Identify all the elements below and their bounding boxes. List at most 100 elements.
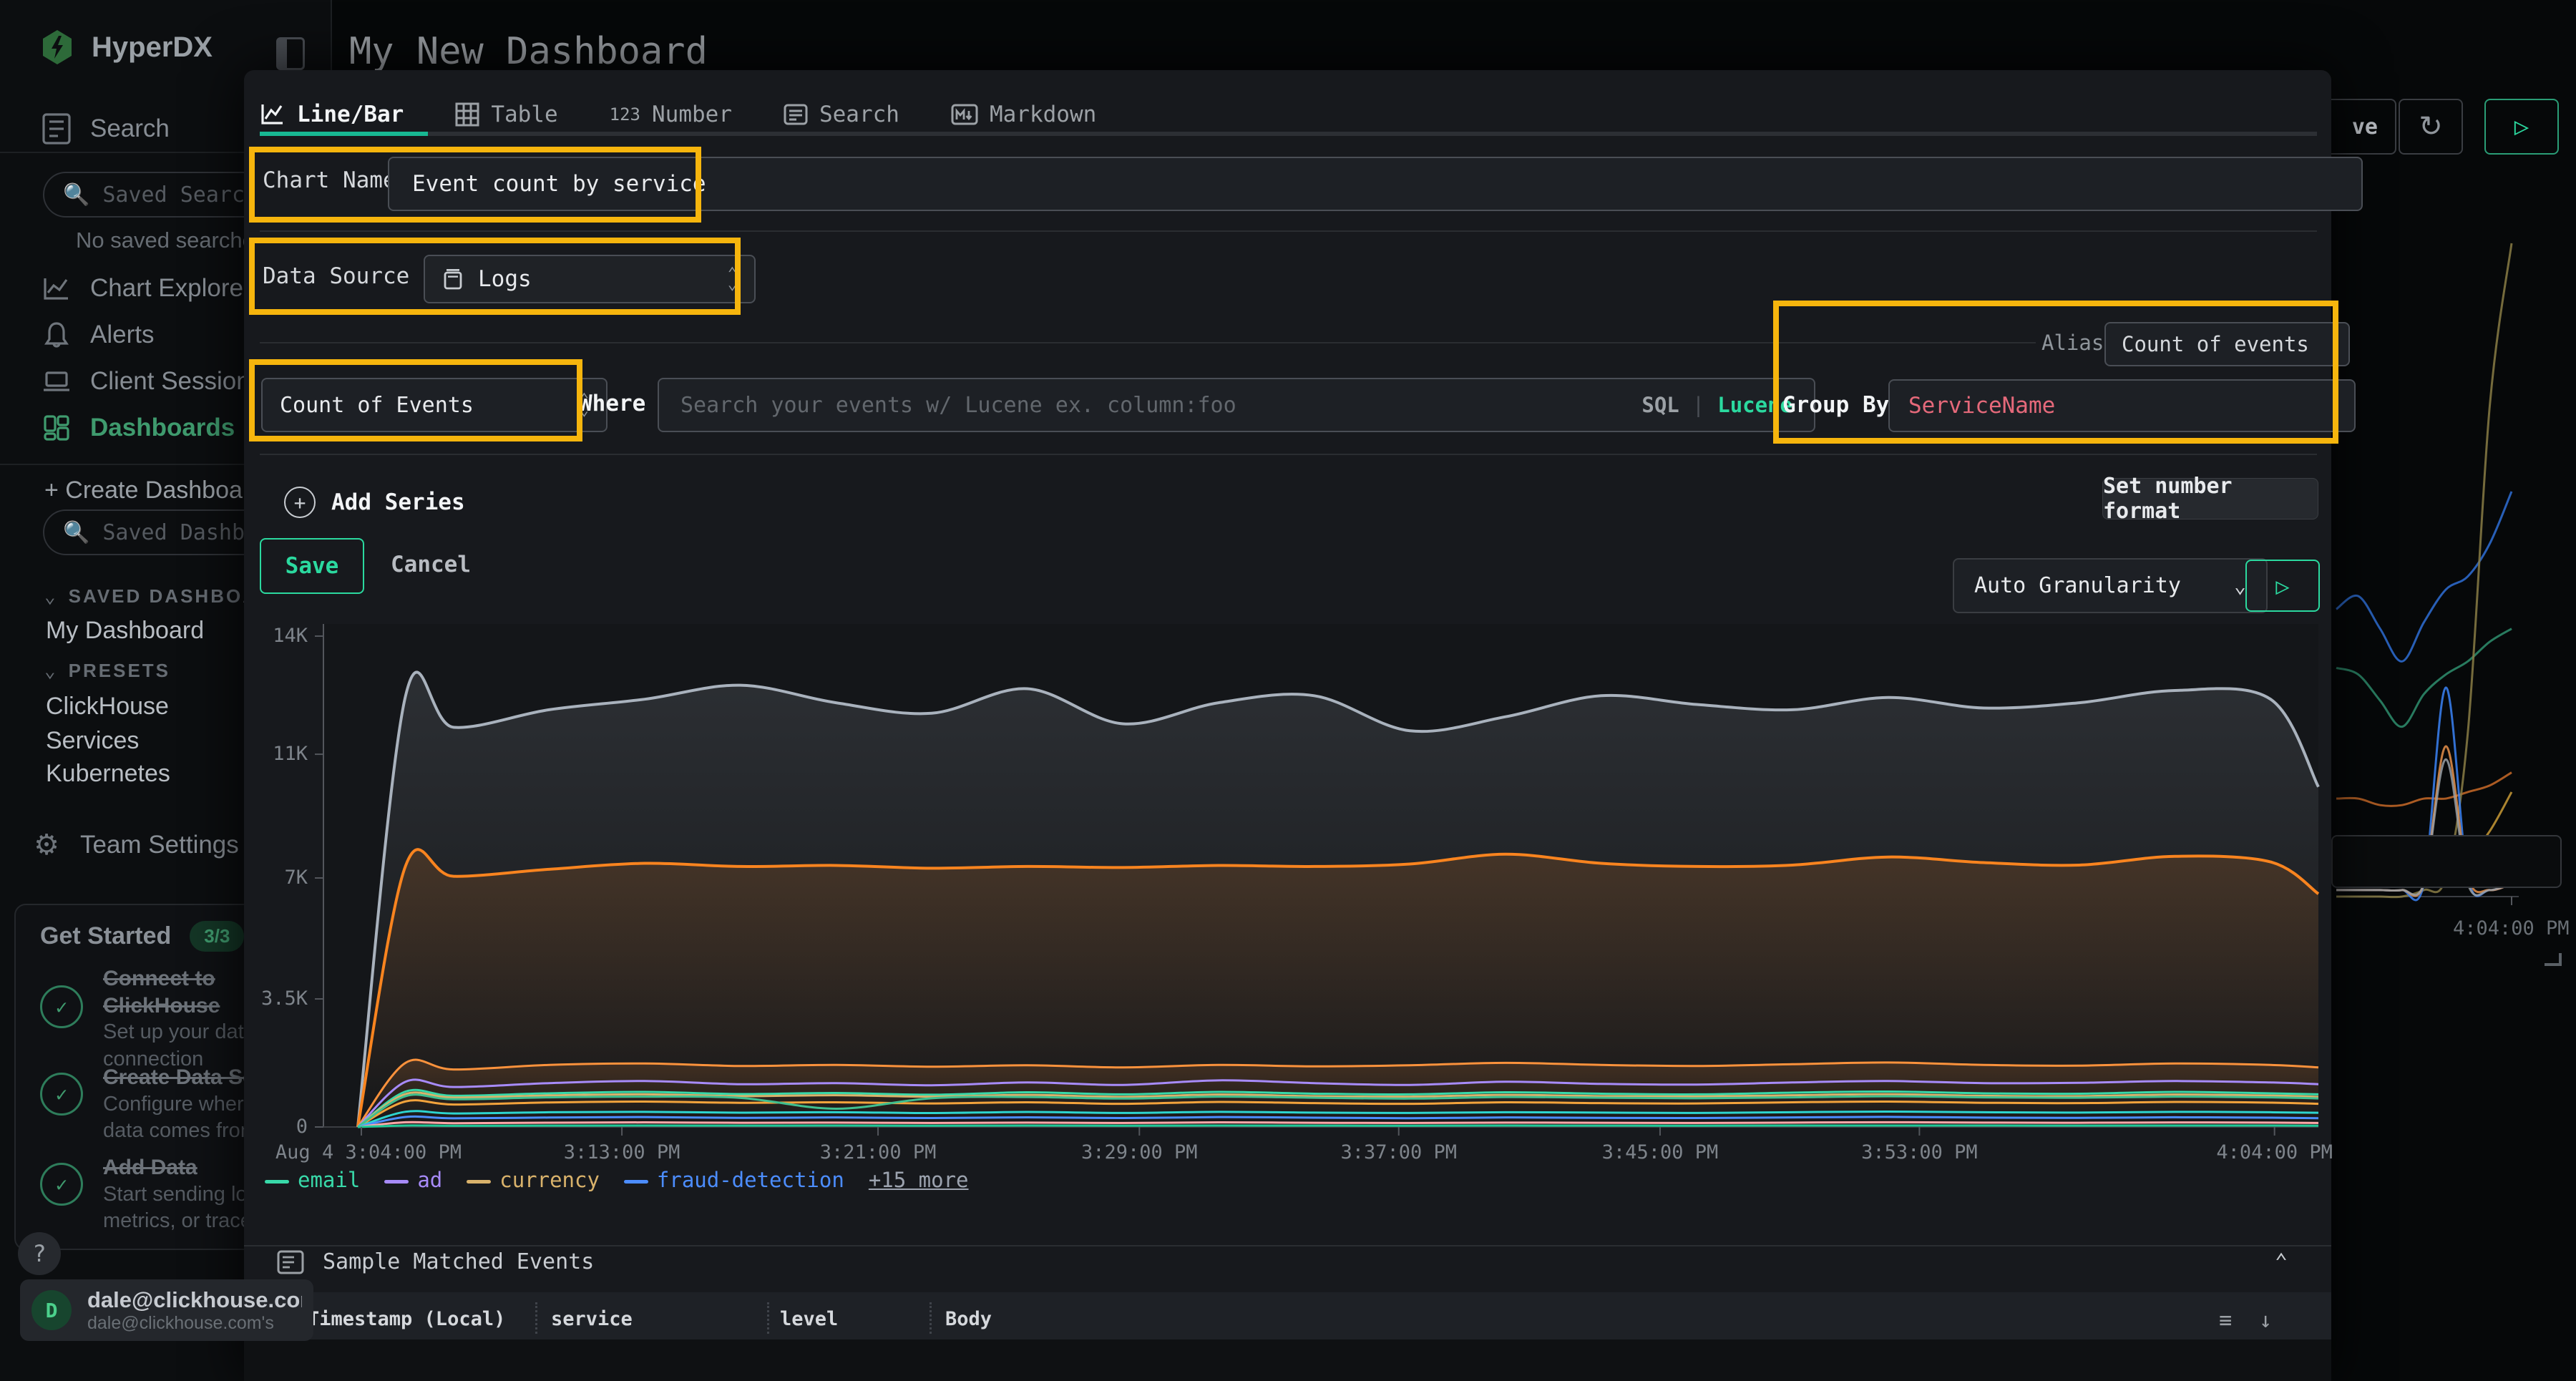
y-tick-label: 0: [296, 1116, 308, 1138]
alias-input[interactable]: Count of events: [2104, 322, 2350, 366]
app-root: My New Dashboard ve ↻ ▷ 4:04:00 PM Hyper…: [0, 0, 2576, 1381]
modal-divider: [244, 1245, 2331, 1246]
column-header-service[interactable]: service: [551, 1308, 633, 1330]
data-source-select[interactable]: Logs ⌃⌄: [424, 255, 756, 303]
save-label: Save: [286, 553, 339, 579]
chart-name-label: Chart Name: [263, 167, 396, 193]
cancel-button[interactable]: Cancel: [384, 538, 477, 591]
granularity-select[interactable]: Auto Granularity ⌄: [1953, 558, 2268, 613]
set-number-format-button[interactable]: Set number format: [2102, 478, 2318, 519]
list-icon: [277, 1250, 304, 1274]
section-label: PRESETS: [69, 660, 170, 682]
sidebar-item-label: Client Sessions: [90, 367, 263, 396]
legend-item-email[interactable]: email: [265, 1168, 360, 1192]
tab-label: Markdown: [990, 102, 1096, 127]
x-tick-label: 3:21:00 PM: [799, 1141, 957, 1163]
markdown-icon: [951, 104, 978, 125]
sql-mode-toggle[interactable]: SQL: [1641, 393, 1679, 417]
save-button[interactable]: Save: [260, 538, 364, 594]
data-source-value: Logs: [478, 266, 532, 292]
sample-events-header[interactable]: Sample Matched Events: [277, 1249, 594, 1274]
where-input[interactable]: Search your events w/ Lucene ex. column:…: [658, 378, 1815, 432]
y-tick-label: 7K: [284, 867, 308, 889]
tab-markdown[interactable]: Markdown: [951, 102, 1096, 127]
check-icon: ✓: [40, 1073, 83, 1116]
dashboard-play-button[interactable]: ▷: [2484, 99, 2559, 155]
presets-section-toggle[interactable]: ⌄ PRESETS: [44, 660, 170, 682]
legend-item-ad[interactable]: ad: [384, 1168, 442, 1192]
collapse-chevron-icon[interactable]: ⌃: [2275, 1249, 2288, 1274]
dashboard-page-title: My New Dashboard: [349, 30, 708, 73]
logo[interactable]: HyperDX: [40, 29, 213, 66]
tab-label: Search: [819, 102, 899, 127]
lucene-mode-toggle[interactable]: Lucene: [1717, 393, 1792, 417]
download-icon[interactable]: ↓: [2259, 1308, 2272, 1333]
tab-underline-track: [260, 132, 2317, 136]
play-icon: ▷: [2275, 572, 2289, 600]
user-chip[interactable]: D dale@clickhouse.com dale@clickhouse.co…: [20, 1279, 313, 1341]
tab-search[interactable]: Search: [784, 102, 899, 127]
legend-item--15-more[interactable]: +15 more: [869, 1168, 969, 1192]
search-list-icon: [784, 102, 808, 127]
sidebar-item-search[interactable]: Search: [42, 113, 170, 145]
sidebar-item-clickhouse[interactable]: ClickHouse: [46, 693, 169, 721]
sidebar-item-alerts[interactable]: Alerts: [42, 321, 154, 349]
create-dashboard-button[interactable]: + Create Dashboard: [44, 477, 264, 504]
tab-label: Number: [652, 102, 732, 127]
group-by-value: ServiceName: [1908, 393, 2055, 419]
tab-line-bar[interactable]: Line/Bar: [260, 102, 404, 127]
column-header-body[interactable]: Body: [945, 1308, 992, 1330]
tab-number[interactable]: 123 Number: [610, 102, 732, 127]
laptop-icon: [42, 369, 72, 394]
tab-label: Line/Bar: [297, 102, 404, 127]
sidebar-item-client-sessions[interactable]: Client Sessions: [42, 367, 263, 396]
column-separator[interactable]: [767, 1302, 769, 1334]
sample-events-table-body: [244, 1339, 2331, 1381]
gear-icon: ⚙: [31, 829, 62, 862]
hyperdx-logo-icon: [40, 29, 74, 66]
chart-legend: emailad currency fraud-detection +15 more: [265, 1168, 2125, 1192]
sidebar-item-services[interactable]: Services: [46, 727, 139, 755]
resize-handle-icon[interactable]: [2545, 953, 2562, 966]
sidebar-collapse-icon[interactable]: [276, 37, 305, 70]
sidebar-item-my-dashboard[interactable]: My Dashboard: [46, 617, 204, 645]
y-tick-label: 11K: [273, 743, 308, 765]
sidebar-item-label: Search: [90, 114, 170, 143]
sidebar-item-dashboards[interactable]: Dashboards: [42, 414, 235, 442]
background-panel: [2331, 835, 2562, 888]
column-separator[interactable]: [535, 1302, 537, 1334]
sidebar-item-kubernetes[interactable]: Kubernetes: [46, 760, 170, 788]
x-tick-label: 3:29:00 PM: [1060, 1141, 1218, 1163]
search-doc-icon: [42, 113, 72, 145]
bell-icon: [42, 321, 72, 349]
chevron-down-icon: ⌄: [44, 660, 56, 682]
legend-item-fraud-detection[interactable]: fraud-detection: [624, 1168, 844, 1192]
background-tile-time-label: 4:04:00 PM: [2453, 917, 2570, 940]
legend-swatch: [467, 1180, 491, 1184]
chevron-down-icon: ⌄: [2234, 574, 2246, 597]
group-by-input[interactable]: ServiceName: [1888, 379, 2356, 432]
column-header-level[interactable]: level: [780, 1308, 838, 1330]
column-separator[interactable]: [930, 1302, 932, 1334]
help-button[interactable]: ?: [18, 1232, 61, 1275]
x-tick-label: 3:45:00 PM: [1581, 1141, 1739, 1163]
legend-swatch: [384, 1180, 409, 1184]
sample-events-title: Sample Matched Events: [323, 1249, 594, 1274]
database-icon: [442, 267, 464, 291]
column-settings-icon[interactable]: ≡: [2219, 1308, 2232, 1333]
chart-name-input[interactable]: Event count by service: [388, 157, 2363, 211]
column-header-timestamp[interactable]: Timestamp (Local): [308, 1308, 505, 1330]
legend-item-currency[interactable]: currency: [467, 1168, 600, 1192]
aggregation-select[interactable]: Count of Events ⌃⌄: [261, 378, 608, 432]
dashboard-refresh-button[interactable]: ↻: [2399, 99, 2463, 155]
where-placeholder: Search your events w/ Lucene ex. column:…: [680, 393, 1236, 418]
question-mark-icon: ?: [32, 1240, 46, 1267]
sidebar-item-team-settings[interactable]: ⚙ Team Settings: [31, 829, 239, 862]
aggregation-value: Count of Events: [280, 393, 474, 418]
tab-table[interactable]: Table: [455, 102, 557, 127]
add-series-button[interactable]: + Add Series: [284, 487, 465, 518]
number-123-icon: 123: [610, 104, 640, 125]
run-query-button[interactable]: ▷: [2245, 560, 2320, 612]
avatar: D: [31, 1290, 72, 1330]
sidebar-item-chart-explorer[interactable]: Chart Explorer: [42, 274, 252, 303]
